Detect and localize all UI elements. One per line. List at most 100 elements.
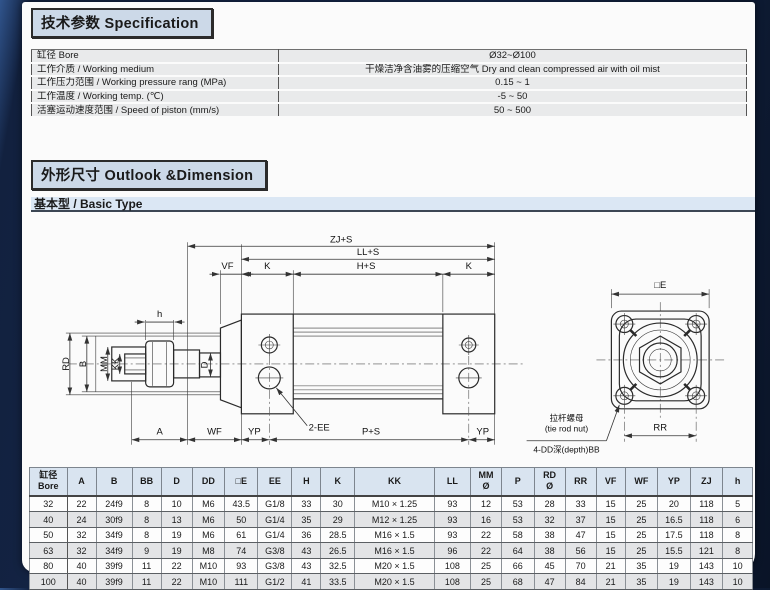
dim-table-body: 322224f9810M643.5G1/83330M10 × 1.2593125… <box>30 496 753 590</box>
spec-cell: 工作介质 / Working medium <box>32 63 279 77</box>
dim-col-header: H <box>292 467 321 496</box>
dim-cell: 24f9 <box>96 496 132 512</box>
dim-cell: M20 × 1.5 <box>355 558 435 574</box>
dim-cell: 58 <box>502 527 535 543</box>
dim-label-h-s: H+S <box>357 261 376 272</box>
spec-cell: -5 ~ 50 <box>278 90 746 104</box>
spec-section-header: 技术参数 Specification <box>31 8 213 38</box>
dim-cell: 38 <box>534 527 565 543</box>
dim-cell: 15 <box>596 496 625 512</box>
dim-cell: 40 <box>67 574 96 590</box>
side-view: RD B MM KK D <box>61 234 523 444</box>
dim-cell: 33 <box>292 496 321 512</box>
dim-cell: 15 <box>596 527 625 543</box>
dim-cell: 32 <box>67 543 96 559</box>
dim-cell: 93 <box>434 512 470 528</box>
dim-cell: 8 <box>132 527 161 543</box>
dim-cell: 16.5 <box>658 512 691 528</box>
dim-cell: 21 <box>596 558 625 574</box>
dim-cell: 40 <box>67 558 96 574</box>
dim-cell: 15 <box>596 543 625 559</box>
dim-cell: 8 <box>132 496 161 512</box>
dim-label-d: D <box>199 361 210 368</box>
dim-cell: M12 × 1.25 <box>355 512 435 528</box>
dim-label-a: A <box>156 427 163 438</box>
spec-row: 工作介质 / Working medium干燥洁净含油雾的压缩空气 Dry an… <box>32 63 747 77</box>
dim-label-b: B <box>78 361 89 367</box>
dim-cell: 21 <box>596 574 625 590</box>
dim-cell: 34f9 <box>96 543 132 559</box>
dim-label-mm: MM <box>99 356 110 372</box>
dim-cell: 28.5 <box>321 527 355 543</box>
dim-cell: 37 <box>565 512 596 528</box>
dim-cell: 19 <box>658 574 691 590</box>
dim-label-ll-s: LL+S <box>357 247 379 258</box>
dim-cell: 15 <box>596 512 625 528</box>
dim-cell: 11 <box>132 574 161 590</box>
spec-cell: 工作温度 / Working temp. (℃) <box>32 90 279 104</box>
dim-cell: 24 <box>67 512 96 528</box>
dim-cell: 93 <box>434 496 470 512</box>
dim-label-2ee: 2-EE <box>309 423 330 434</box>
dim-cell: 25 <box>625 512 658 528</box>
dim-cell: 53 <box>502 512 535 528</box>
dim-cell: 68 <box>502 574 535 590</box>
spec-row: 活塞运动速度范围 / Speed of piston (mm/s)50 ~ 50… <box>32 103 747 117</box>
spec-row: 缸径 BoreØ32~Ø100 <box>32 50 747 63</box>
spec-cell: 工作压力范围 / Working pressure rang (MPa) <box>32 76 279 90</box>
table-row: 322224f9810M643.5G1/83330M10 × 1.2593125… <box>30 496 753 512</box>
dimension-section-header: 外形尺寸 Outlook &Dimension <box>31 160 267 190</box>
dim-cell: 25 <box>625 543 658 559</box>
dim-cell: 50 <box>30 527 68 543</box>
dim-cell: 64 <box>502 543 535 559</box>
dim-cell: 100 <box>30 574 68 590</box>
dim-col-header: P <box>502 467 535 496</box>
catalog-page-background: { "page": { "spec_header": "技术参数 Specifi… <box>0 0 770 588</box>
dim-col-header: BB <box>132 467 161 496</box>
dim-cell: 40 <box>30 512 68 528</box>
dim-cell: 93 <box>434 527 470 543</box>
spec-cell: 50 ~ 500 <box>278 103 746 117</box>
dim-cell: 16 <box>470 512 501 528</box>
dim-cell: 39f9 <box>96 558 132 574</box>
dim-label-k-right: K <box>466 261 473 272</box>
dim-cell: 32 <box>534 512 565 528</box>
dim-cell: 20 <box>658 496 691 512</box>
dim-cell: 118 <box>690 527 723 543</box>
dim-cell: 47 <box>565 527 596 543</box>
tie-rods <box>293 328 443 394</box>
table-row: 804039f91122M1093G3/84332.5M20 × 1.51082… <box>30 558 753 574</box>
dim-cell: 10 <box>161 496 192 512</box>
spec-cell: 缸径 Bore <box>32 50 279 63</box>
dim-cell: 35 <box>625 574 658 590</box>
dim-col-header: h <box>723 467 753 496</box>
spec-row: 工作温度 / Working temp. (℃)-5 ~ 50 <box>32 90 747 104</box>
spec-table: 缸径 BoreØ32~Ø100工作介质 / Working medium干燥洁净… <box>31 49 747 118</box>
tie-rod-nut-label-cn: 拉杆螺母 <box>550 413 584 423</box>
dim-cell: 32 <box>30 496 68 512</box>
dim-col-header: ZJ <box>690 467 723 496</box>
dim-cell: 19 <box>161 527 192 543</box>
dim-cell: 25 <box>625 496 658 512</box>
head-cover-tie-rod-nut <box>258 334 280 356</box>
dim-col-header: A <box>67 467 96 496</box>
dim-col-header: K <box>321 467 355 496</box>
dim-cell: G3/8 <box>258 543 292 559</box>
dim-label-h: h <box>157 309 162 320</box>
dim-label-zj-s: ZJ+S <box>330 234 352 245</box>
dim-cell: 32 <box>67 527 96 543</box>
dim-cell: M6 <box>192 527 225 543</box>
dim-cell: 25 <box>625 527 658 543</box>
end-view: □E RR 拉杆螺母 (tie rod nut) 4-DD深(depth)BB <box>527 280 724 455</box>
basic-type-header: 基本型 / Basic Type <box>31 197 755 212</box>
dim-cell: 22 <box>67 496 96 512</box>
dim-col-header: RR <box>565 467 596 496</box>
dim-cell: 15.5 <box>658 543 691 559</box>
dim-cell: 34f9 <box>96 527 132 543</box>
spec-cell: 活塞运动速度范围 / Speed of piston (mm/s) <box>32 103 279 117</box>
dim-cell: 35 <box>292 512 321 528</box>
dim-cell: 35 <box>625 558 658 574</box>
dim-cell: 66 <box>502 558 535 574</box>
dim-cell: 84 <box>565 574 596 590</box>
dim-cell: G1/4 <box>258 527 292 543</box>
